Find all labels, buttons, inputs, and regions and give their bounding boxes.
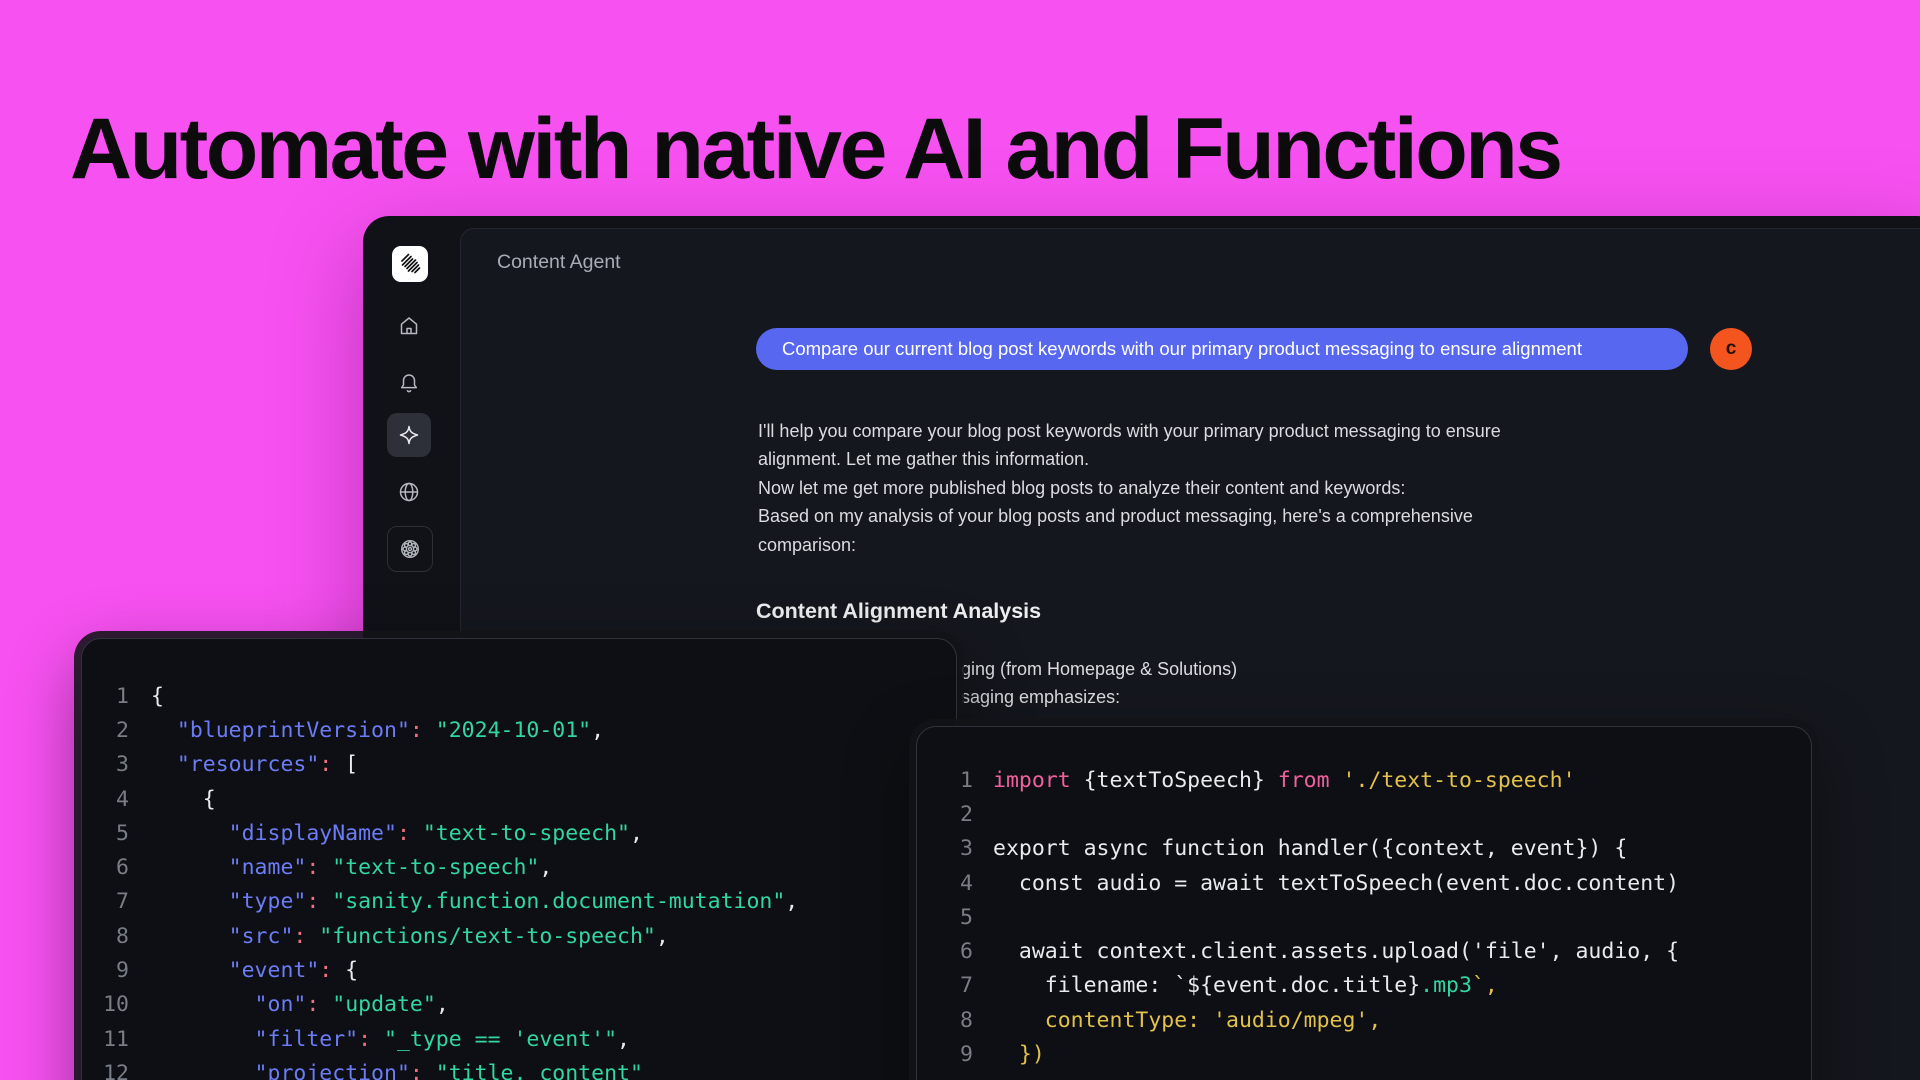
- blueprint-json-editor[interactable]: 1{2 "blueprintVersion": "2024-10-01",3 "…: [81, 638, 957, 1080]
- partial-text-line: saging emphasizes:: [961, 687, 1120, 708]
- response-line: Based on my analysis of your blog posts …: [758, 502, 1501, 530]
- analysis-heading: Content Alignment Analysis: [756, 599, 1041, 624]
- sanity-logo[interactable]: [392, 246, 428, 282]
- partial-text-line: ging (from Homepage & Solutions): [961, 659, 1237, 680]
- user-avatar: c: [1710, 328, 1752, 370]
- response-line: Now let me get more published blog posts…: [758, 474, 1501, 502]
- globe-icon[interactable]: [397, 480, 421, 504]
- response-line: I'll help you compare your blog post key…: [758, 417, 1501, 445]
- notifications-bell-icon[interactable]: [397, 371, 421, 395]
- function-js-editor[interactable]: 1import {textToSpeech} from './text-to-s…: [916, 726, 1812, 1080]
- response-line: comparison:: [758, 531, 1501, 559]
- sanity-scribble-icon: [398, 252, 422, 276]
- panel-title: Content Agent: [497, 251, 621, 274]
- user-message-bubble: Compare our current blog post keywords w…: [756, 328, 1688, 370]
- ai-assist-sparkle-icon[interactable]: [387, 413, 431, 457]
- sparkle-icon: [397, 423, 421, 447]
- home-icon[interactable]: [397, 314, 421, 338]
- page-title: Automate with native AI and Functions: [70, 100, 1561, 199]
- response-line: alignment. Let me gather this informatio…: [758, 445, 1501, 473]
- film-reel-icon: [398, 537, 422, 561]
- assistant-response: I'll help you compare your blog post key…: [758, 417, 1501, 559]
- media-reel-button[interactable]: [387, 526, 433, 572]
- json-code-lines: 1{2 "blueprintVersion": "2024-10-01",3 "…: [82, 639, 956, 1080]
- js-code-lines: 1import {textToSpeech} from './text-to-s…: [917, 727, 1811, 1072]
